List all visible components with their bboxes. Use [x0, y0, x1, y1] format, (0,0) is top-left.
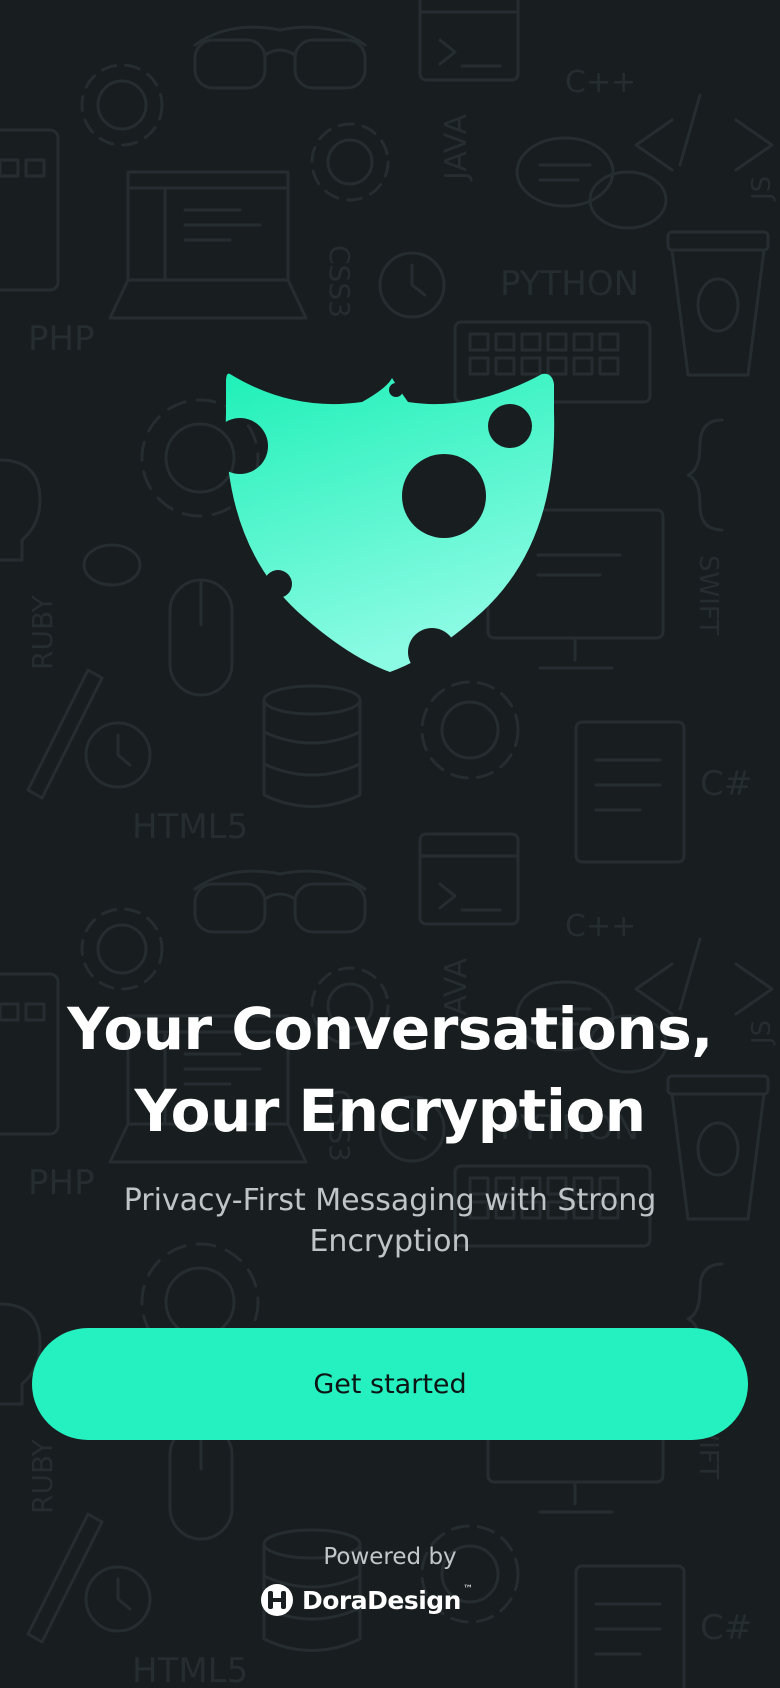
shield-icon	[222, 372, 558, 676]
headline-line-2: Your Encryption	[134, 1077, 646, 1145]
headline-line-1: Your Conversations,	[67, 995, 713, 1063]
brand-name: DoraDesign	[302, 1585, 461, 1615]
get-started-button[interactable]: Get started	[32, 1328, 748, 1440]
brand-logo: DoraDesign ™	[260, 1580, 473, 1620]
powered-by-label: Powered by	[323, 1544, 457, 1570]
headline: Your Conversations, Your Encryption	[40, 988, 740, 1152]
doradesign-logo-icon	[261, 1584, 293, 1616]
onboarding-screen: C++ JAVA	[0, 0, 780, 1688]
brand-trademark: ™	[462, 1584, 473, 1595]
subtitle: Privacy-First Messaging with Strong Encr…	[123, 1183, 657, 1259]
